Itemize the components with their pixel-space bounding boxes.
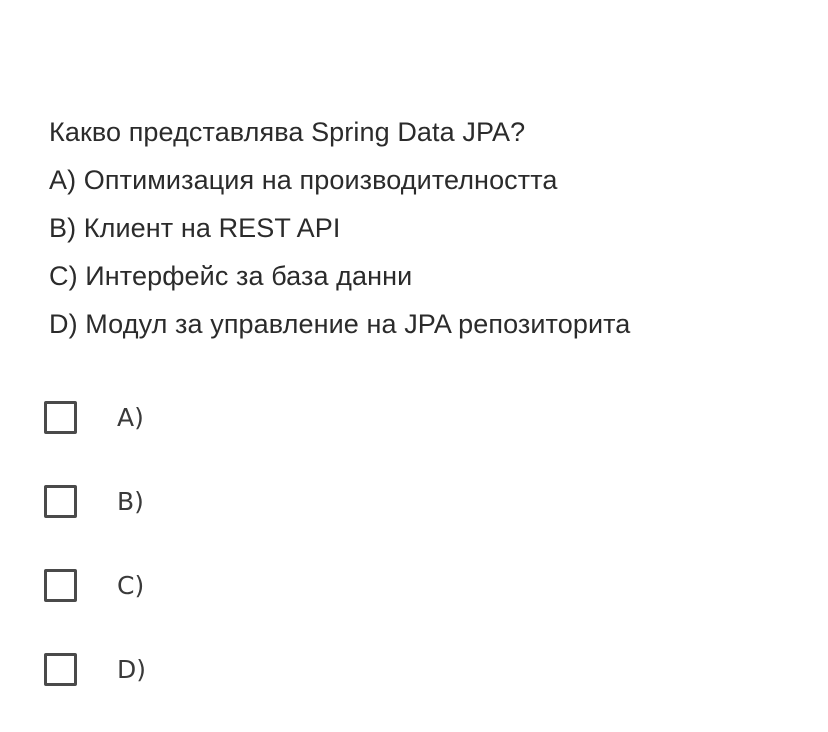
answer-row-a[interactable]: A): [44, 375, 344, 459]
question-option-a: A) Оптимизация на производителността: [49, 165, 558, 195]
question-option-d: D) Модул за управление на JPA репозитори…: [49, 309, 631, 339]
answer-label-b: B): [117, 486, 144, 516]
question-option-b: B) Клиент на REST API: [49, 213, 341, 243]
answer-label-c: C): [117, 570, 145, 600]
question-title: Какво представлява Spring Data JPA?: [49, 117, 526, 147]
answer-checkbox-d[interactable]: [44, 652, 77, 686]
answer-checkbox-a[interactable]: [44, 400, 77, 434]
answer-label-a: A): [117, 402, 144, 432]
answer-list: A) B) C) D): [44, 375, 344, 711]
answer-checkbox-c[interactable]: [44, 568, 77, 602]
answer-label-d: D): [117, 654, 147, 684]
answer-row-d[interactable]: D): [44, 627, 344, 711]
answer-row-c[interactable]: C): [44, 543, 344, 627]
answer-row-b[interactable]: B): [44, 459, 344, 543]
question-option-c: C) Интерфейс за база данни: [49, 261, 413, 291]
question-block: Какво представлява Spring Data JPA? A) О…: [49, 108, 809, 348]
answer-checkbox-b[interactable]: [44, 484, 77, 518]
